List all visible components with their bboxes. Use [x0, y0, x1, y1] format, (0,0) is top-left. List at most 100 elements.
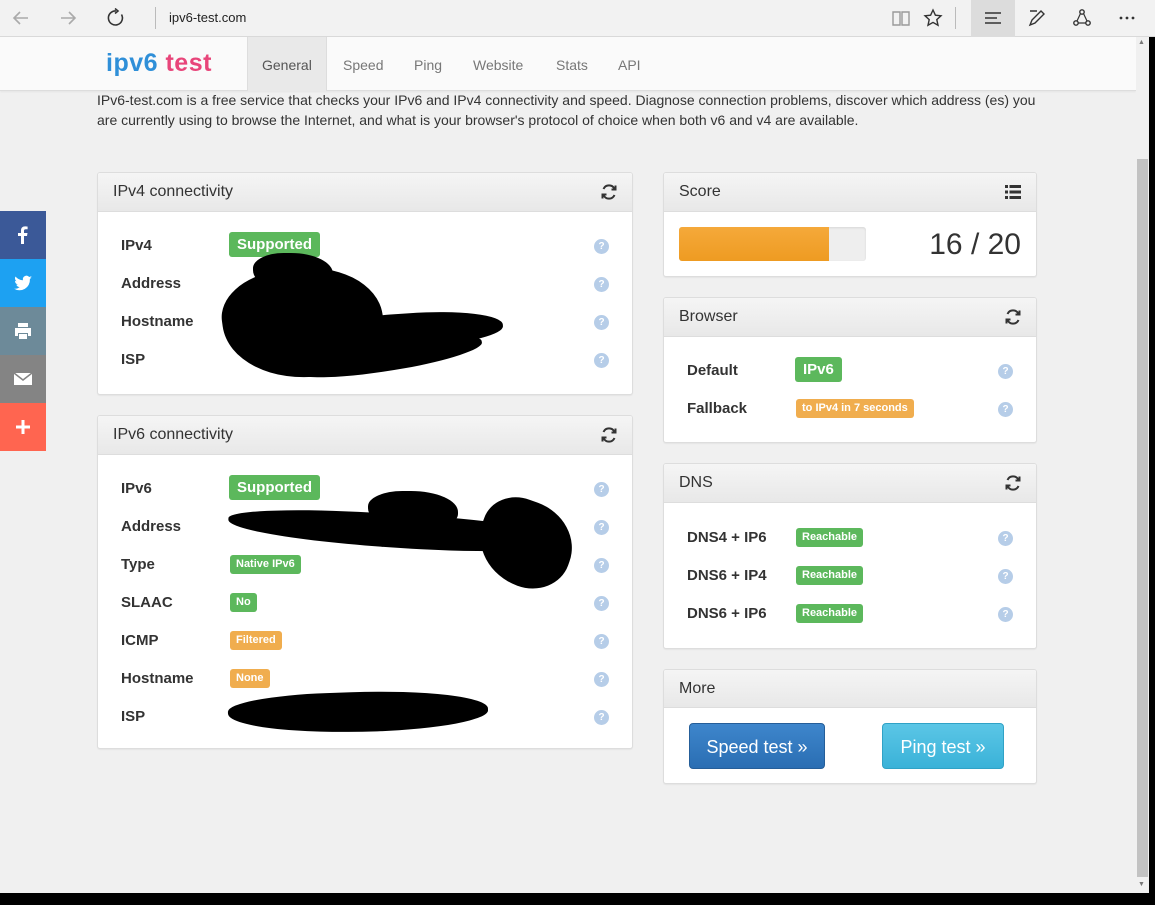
help-icon[interactable]: ?: [998, 569, 1013, 584]
share-more-button[interactable]: [0, 403, 46, 451]
dns-row-dns6-ip6: DNS6 + IP6 Reachable ?: [664, 595, 1036, 633]
scroll-up-icon[interactable]: ▲: [1138, 39, 1145, 46]
ipv6-panel-header: IPv6 connectivity: [98, 416, 632, 455]
ipv6-row-ipv6: IPv6 Supported ?: [98, 470, 632, 508]
toolbar-separator: [955, 7, 956, 29]
ipv6-row-icmp: ICMP Filtered ?: [98, 622, 632, 660]
nav-tab-website[interactable]: Website: [459, 37, 537, 91]
help-icon[interactable]: ?: [594, 482, 609, 497]
score-details-button[interactable]: [1004, 183, 1022, 201]
score-body: 16 / 20: [664, 212, 1036, 276]
ipv6-panel: IPv6 connectivity IPv6 Supported ? Addre…: [97, 415, 633, 749]
ipv4-refresh-button[interactable]: [600, 183, 618, 201]
help-icon[interactable]: ?: [594, 353, 609, 368]
row-label: Type: [121, 556, 155, 573]
share-print-button[interactable]: [0, 307, 46, 355]
row-label: Address: [121, 518, 182, 535]
nav-tab-speed[interactable]: Speed: [329, 37, 397, 91]
help-icon[interactable]: ?: [594, 239, 609, 254]
nav-tab-general[interactable]: General: [247, 37, 327, 91]
facebook-icon: [18, 226, 28, 244]
hub-icon-wrap: [978, 4, 1008, 32]
speed-test-button[interactable]: Speed test »: [689, 723, 825, 769]
nav-tab-ping[interactable]: Ping: [400, 37, 456, 91]
help-icon[interactable]: ?: [594, 277, 609, 292]
address-bar[interactable]: ipv6-test.com: [169, 10, 246, 25]
help-icon[interactable]: ?: [998, 531, 1013, 546]
help-icon[interactable]: ?: [594, 672, 609, 687]
help-icon[interactable]: ?: [594, 634, 609, 649]
row-label: Hostname: [121, 313, 194, 330]
refresh-icon: [1005, 475, 1021, 491]
hub-button[interactable]: [971, 0, 1015, 37]
dns-refresh-button[interactable]: [1004, 474, 1022, 492]
help-icon[interactable]: ?: [998, 402, 1013, 417]
ipv4-panel: IPv4 connectivity IPv4 Supported ? Addre…: [97, 172, 633, 395]
score-panel-header: Score: [664, 173, 1036, 212]
score-progress-fill: [679, 227, 829, 261]
status-badge: Supported: [229, 475, 320, 500]
list-icon: [1005, 185, 1021, 199]
browser-toolbar: ipv6-test.com: [0, 0, 1155, 37]
more-menu-button[interactable]: [1112, 4, 1142, 32]
share-button[interactable]: [1067, 4, 1097, 32]
status-badge: Reachable: [796, 528, 864, 547]
ipv4-panel-title: IPv4 connectivity: [113, 183, 234, 200]
help-icon[interactable]: ?: [594, 558, 609, 573]
scrollbar-thumb[interactable]: [1137, 159, 1148, 877]
help-icon[interactable]: ?: [594, 315, 609, 330]
help-icon[interactable]: ?: [594, 520, 609, 535]
share-email-button[interactable]: [0, 355, 46, 403]
ipv6-panel-title: IPv6 connectivity: [113, 426, 234, 443]
status-badge: IPv6: [795, 357, 842, 382]
nav-tab-stats[interactable]: Stats: [542, 37, 602, 91]
favorite-button[interactable]: [918, 4, 948, 32]
browser-panel-header: Browser: [664, 298, 1036, 337]
site-logo[interactable]: ipv6 test: [106, 49, 212, 78]
row-label: ISP: [121, 351, 146, 368]
status-badge: Reachable: [796, 604, 864, 623]
score-value: 16 / 20: [929, 228, 1021, 261]
row-label: ICMP: [121, 632, 159, 649]
status-badge: Native IPv6: [230, 555, 301, 574]
print-icon: [15, 323, 31, 339]
page-viewport: ipv6 test General Speed Ping Website Sta…: [0, 37, 1136, 893]
logo-part-test: test: [165, 49, 212, 77]
refresh-icon: [601, 427, 617, 443]
more-panel-title: More: [679, 680, 716, 697]
refresh-icon: [1005, 309, 1021, 325]
help-icon[interactable]: ?: [998, 364, 1013, 379]
share-facebook-button[interactable]: [0, 211, 46, 259]
page-scrollbar[interactable]: ▲ ▼: [1136, 37, 1149, 893]
book-icon: [892, 11, 910, 26]
plus-icon: [16, 420, 30, 434]
refresh-icon: [107, 8, 124, 26]
browser-row-fallback: Fallback to IPv4 in 7 seconds ?: [664, 390, 1036, 428]
help-icon[interactable]: ?: [594, 596, 609, 611]
back-button[interactable]: [6, 4, 36, 32]
share-twitter-button[interactable]: [0, 259, 46, 307]
browser-refresh-button[interactable]: [1004, 308, 1022, 326]
pen-icon: [1028, 10, 1045, 27]
status-badge: No: [230, 593, 257, 612]
ping-test-button[interactable]: Ping test »: [882, 723, 1004, 769]
reading-view-button[interactable]: [886, 4, 916, 32]
address-bar-separator: [155, 7, 156, 29]
help-icon[interactable]: ?: [998, 607, 1013, 622]
refresh-button[interactable]: [101, 4, 131, 32]
ipv4-row-ipv4: IPv4 Supported ?: [98, 227, 632, 265]
web-note-button[interactable]: [1022, 4, 1052, 32]
help-icon[interactable]: ?: [594, 710, 609, 725]
refresh-icon: [601, 184, 617, 200]
dns-row-dns4-ip6: DNS4 + IP6 Reachable ?: [664, 519, 1036, 557]
row-label: Fallback: [687, 400, 748, 417]
nav-tab-api[interactable]: API: [604, 37, 655, 91]
ipv4-panel-header: IPv4 connectivity: [98, 173, 632, 212]
intro-text: IPv6-test.com is a free service that che…: [97, 92, 1036, 128]
row-label: Hostname: [121, 670, 194, 687]
scroll-down-icon[interactable]: ▼: [1138, 881, 1145, 888]
arrow-left-icon: [12, 11, 28, 25]
forward-button[interactable]: [53, 4, 83, 32]
score-panel: Score 16 / 20: [663, 172, 1037, 277]
ipv6-refresh-button[interactable]: [600, 426, 618, 444]
